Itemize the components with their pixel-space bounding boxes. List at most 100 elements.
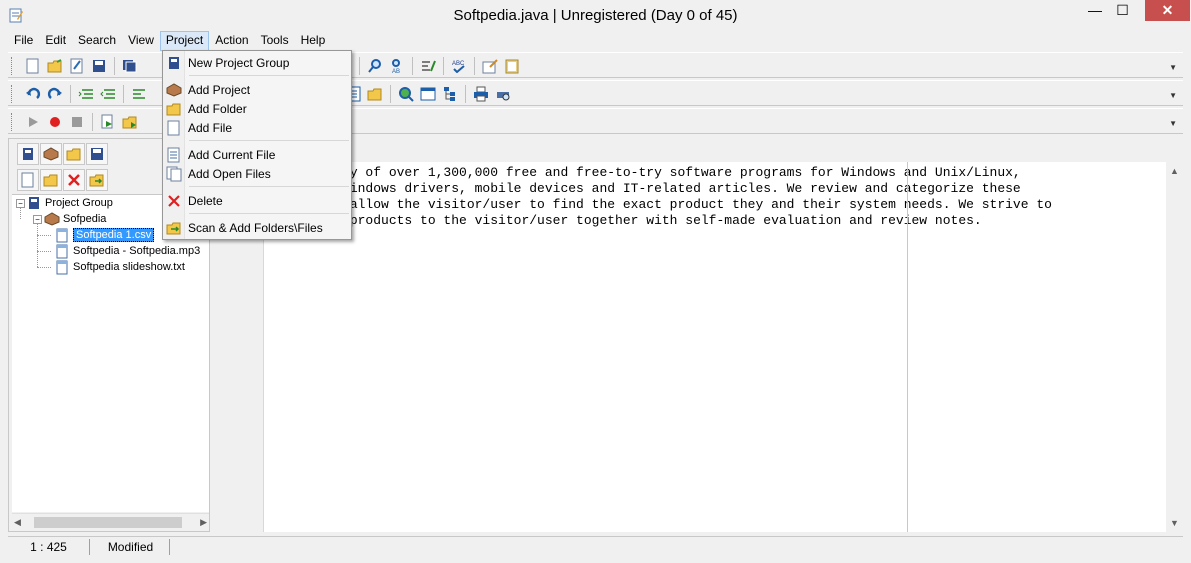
menu-item-delete[interactable]: Delete: [165, 191, 349, 210]
print-icon[interactable]: [470, 84, 492, 104]
clipboard-icon[interactable]: [501, 56, 523, 76]
menu-help[interactable]: Help: [295, 31, 332, 51]
run-file-icon[interactable]: [97, 112, 119, 132]
redo-icon[interactable]: [44, 84, 66, 104]
code-line: n order to allow the visitor/user to fin…: [264, 197, 1052, 212]
scroll-left-icon[interactable]: ◀: [14, 517, 21, 528]
tree-node-file[interactable]: Softpedia slideshow.txt: [54, 259, 185, 275]
remove-button[interactable]: [63, 169, 85, 191]
menu-item-scan-add[interactable]: Scan & Add Folders\Files: [165, 218, 349, 237]
scan-add-icon: [165, 220, 183, 236]
print-preview-icon[interactable]: [492, 84, 514, 104]
menu-view[interactable]: View: [122, 31, 160, 51]
undo-icon[interactable]: [22, 84, 44, 104]
scroll-thumb[interactable]: [34, 517, 182, 528]
add-file-button[interactable]: [17, 169, 39, 191]
record-icon[interactable]: [44, 112, 66, 132]
menu-edit[interactable]: Edit: [39, 31, 72, 51]
close-button[interactable]: ✕: [1145, 0, 1190, 21]
tree-node-file[interactable]: Softpedia 1.csv: [54, 227, 155, 243]
tree-label: Softpedia 1.csv: [73, 228, 155, 242]
scroll-right-icon[interactable]: ▶: [200, 517, 207, 528]
project-group-icon: [26, 195, 42, 211]
tree-label: Project Group: [45, 197, 113, 209]
menu-item-label: Add Project: [188, 82, 251, 97]
preferences-icon[interactable]: [479, 56, 501, 76]
save-all-icon[interactable]: [119, 56, 141, 76]
minimize-button[interactable]: —: [1081, 0, 1109, 21]
toolbar-grip[interactable]: [11, 85, 14, 103]
replace-icon[interactable]: AB: [386, 56, 408, 76]
toolbar-overflow-icon[interactable]: ▼: [1169, 63, 1177, 72]
file-icon: [54, 227, 70, 243]
stop-icon[interactable]: [66, 112, 88, 132]
tree-label: Sofpedia: [63, 213, 107, 225]
window-icon[interactable]: [417, 84, 439, 104]
tree-node-project-group[interactable]: Project Group: [26, 195, 113, 211]
scroll-down-icon[interactable]: ▼: [1170, 518, 1179, 528]
menu-item-label: New Project Group: [188, 55, 290, 70]
project-button[interactable]: [40, 143, 62, 165]
comment-icon[interactable]: [128, 84, 150, 104]
add-folder-button[interactable]: [40, 169, 62, 191]
menu-item-add-folder[interactable]: Add Folder: [165, 99, 349, 118]
find-icon[interactable]: [364, 56, 386, 76]
menu-action[interactable]: Action: [209, 31, 254, 51]
collapse-toggle[interactable]: −: [16, 199, 25, 208]
toolbar-overflow-icon[interactable]: ▼: [1169, 119, 1177, 128]
spellcheck-icon[interactable]: ABC: [448, 56, 470, 76]
menu-item-new-project-group[interactable]: New Project Group: [165, 53, 349, 72]
menu-item-add-current-file[interactable]: Add Current File: [165, 145, 349, 164]
tree-node-file[interactable]: Softpedia - Softpedia.mp3: [54, 243, 200, 259]
menu-item-label: Add Open Files: [188, 166, 271, 181]
save-project-button[interactable]: [86, 143, 108, 165]
toolbar-grip[interactable]: [11, 113, 14, 131]
maximize-button[interactable]: ☐: [1109, 0, 1136, 21]
project-menu-dropdown: New Project Group Add Project Add Folder…: [162, 50, 352, 240]
text-editor[interactable]: is a library of over 1,300,000 free and …: [264, 162, 1166, 532]
indent-icon[interactable]: [75, 84, 97, 104]
menu-tools[interactable]: Tools: [255, 31, 295, 51]
folder-icon: [165, 101, 183, 117]
project-icon: [44, 211, 60, 227]
tree-label: Softpedia slideshow.txt: [73, 261, 185, 273]
save-icon[interactable]: [88, 56, 110, 76]
project-tree: − − Project Group Sofpedia Softpedia 1.c…: [12, 194, 209, 512]
current-file-icon: [165, 147, 183, 163]
horizontal-scrollbar[interactable]: ◀ ▶: [12, 513, 209, 530]
right-margin-line: [907, 162, 908, 532]
open-macro-icon[interactable]: [119, 112, 141, 132]
toolbar-grip[interactable]: [11, 57, 14, 75]
browse-icon[interactable]: [395, 84, 417, 104]
svg-text:AB: AB: [392, 69, 400, 74]
delete-icon: [165, 193, 183, 209]
toolbar-overflow-icon[interactable]: ▼: [1169, 91, 1177, 100]
scan-add-button[interactable]: [86, 169, 108, 191]
edit-file-icon[interactable]: [66, 56, 88, 76]
menu-file[interactable]: File: [8, 31, 39, 51]
menu-search[interactable]: Search: [72, 31, 122, 51]
unindent-icon[interactable]: [97, 84, 119, 104]
project-group-icon: [165, 55, 183, 71]
new-file-icon[interactable]: [22, 56, 44, 76]
scroll-up-icon[interactable]: ▲: [1170, 166, 1179, 176]
file-icon: [165, 120, 183, 136]
menu-project[interactable]: Project: [159, 31, 210, 51]
project-group-button[interactable]: [17, 143, 39, 165]
tree-label: Softpedia - Softpedia.mp3: [73, 245, 201, 257]
open-file-icon[interactable]: [44, 56, 66, 76]
menu-item-add-open-files[interactable]: Add Open Files: [165, 164, 349, 183]
format-icon[interactable]: [417, 56, 439, 76]
tree-node-project[interactable]: Sofpedia: [44, 211, 106, 227]
play-icon[interactable]: [22, 112, 44, 132]
menu-item-label: Add Folder: [188, 101, 247, 116]
menu-item-label: Delete: [188, 193, 223, 208]
open-folder-icon[interactable]: [364, 84, 386, 104]
menu-item-add-project[interactable]: Add Project: [165, 80, 349, 99]
open-project-button[interactable]: [63, 143, 85, 165]
tree-view-icon[interactable]: [439, 84, 461, 104]
menu-item-add-file[interactable]: Add File: [165, 118, 349, 137]
collapse-toggle[interactable]: −: [33, 215, 42, 224]
vertical-scrollbar[interactable]: ▲ ▼: [1166, 162, 1183, 532]
menu-item-label: Scan & Add Folders\Files: [188, 220, 323, 235]
